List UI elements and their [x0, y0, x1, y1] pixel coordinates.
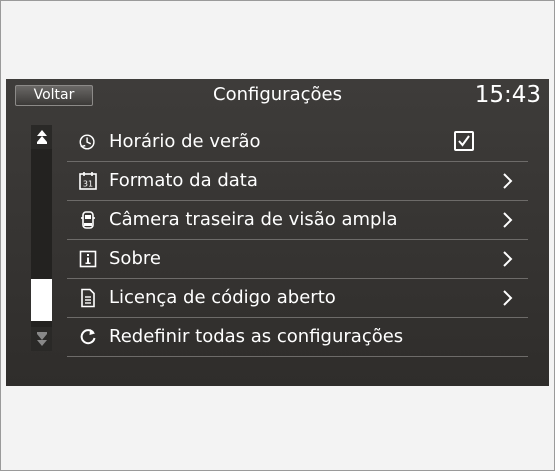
calendar-day-text: 31: [83, 180, 93, 189]
list-item-label: Sobre: [109, 248, 161, 269]
chevron-right-icon: [503, 251, 513, 267]
list-item-label: Horário de verão: [109, 131, 261, 152]
list-item-about[interactable]: Sobre: [67, 240, 528, 279]
checkmark-icon: [458, 135, 470, 147]
list-item-daylight-saving[interactable]: Horário de verão: [67, 123, 528, 162]
page-title: Configurações: [213, 84, 342, 105]
scroll-down-button[interactable]: [31, 327, 52, 351]
scroll-thumb[interactable]: [31, 279, 52, 321]
rear-camera-car-icon: [78, 210, 98, 230]
settings-screen: Voltar Configurações 15:43 Horário de ve…: [6, 79, 549, 386]
double-arrow-down-icon: [36, 332, 47, 346]
list-item-label: Câmera traseira de visão ampla: [109, 209, 398, 230]
document-icon: [78, 288, 98, 308]
list-item-label: Licença de código aberto: [109, 287, 336, 308]
chevron-right-icon: [503, 290, 513, 306]
info-icon: [78, 249, 98, 269]
list-item-label: Formato da data: [109, 170, 258, 191]
chevron-right-icon: [503, 212, 513, 228]
scrollbar[interactable]: [31, 125, 52, 351]
dst-clock-icon: [78, 132, 98, 152]
list-item-reset-all[interactable]: Redefinir todas as configurações: [67, 318, 528, 357]
daylight-saving-checkbox[interactable]: [454, 131, 474, 151]
list-item-label: Redefinir todas as configurações: [109, 326, 404, 347]
chevron-right-icon: [503, 173, 513, 189]
scroll-up-button[interactable]: [31, 125, 52, 149]
list-item-date-format[interactable]: 31 Formato da data: [67, 162, 528, 201]
double-arrow-up-icon: [36, 130, 47, 144]
calendar-icon: 31: [78, 171, 98, 191]
list-item-rear-camera[interactable]: Câmera traseira de visão ampla: [67, 201, 528, 240]
reset-icon: [78, 327, 98, 347]
settings-list: Horário de verão 31 Formato da data Câme…: [67, 123, 528, 357]
list-item-open-source-license[interactable]: Licença de código aberto: [67, 279, 528, 318]
clock: 15:43: [474, 82, 541, 108]
